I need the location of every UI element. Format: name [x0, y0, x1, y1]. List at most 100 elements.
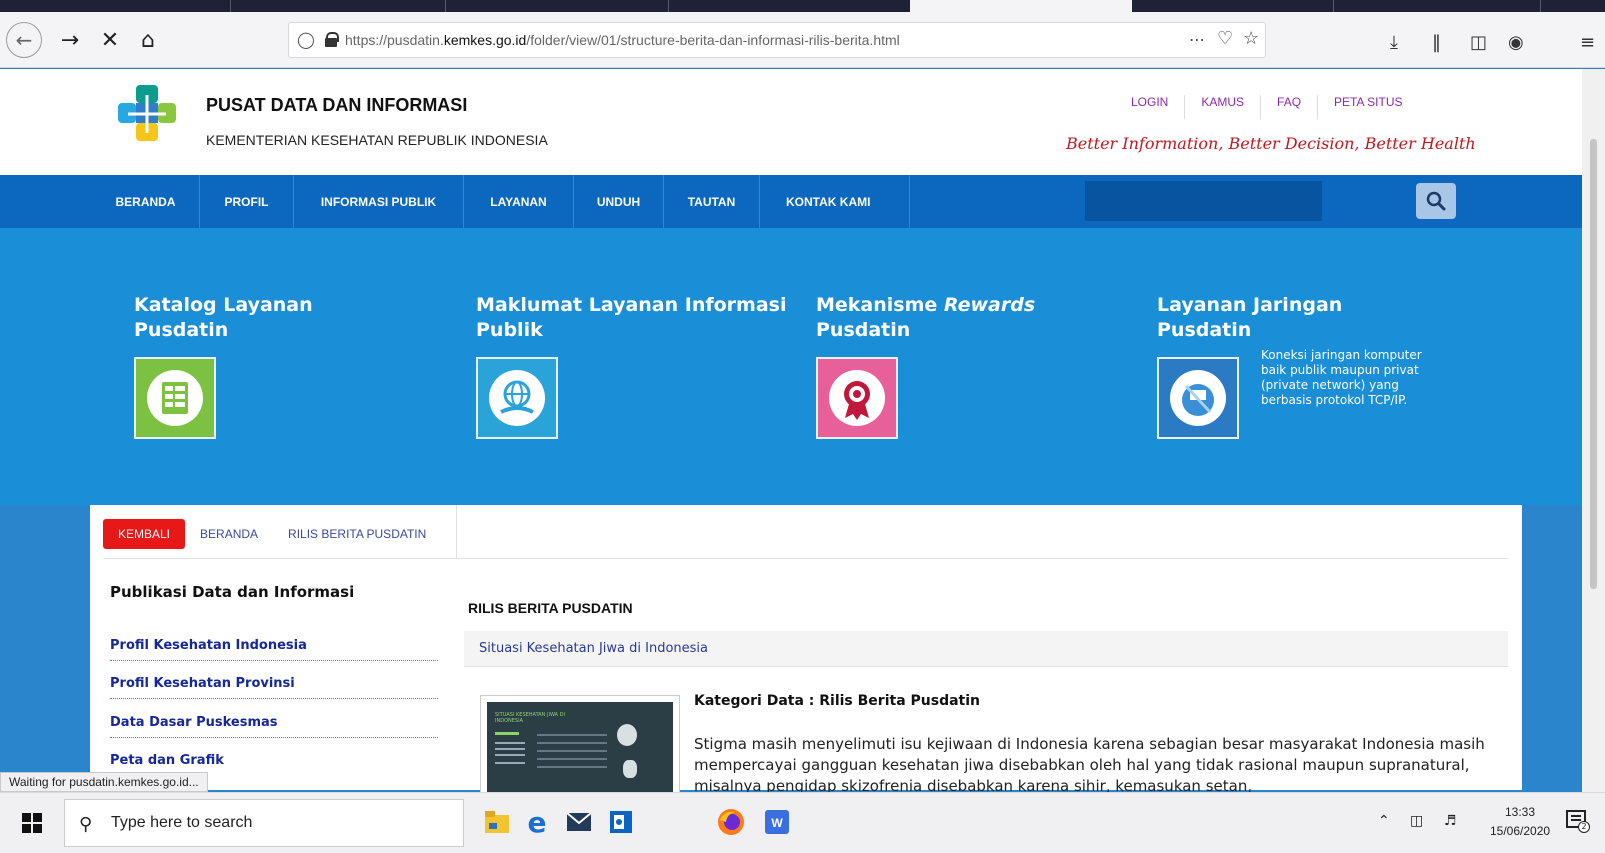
tab-beranda[interactable]: BERANDA: [185, 519, 273, 549]
home-button[interactable]: ⌂: [130, 22, 166, 58]
main-nav: BERANDA PROFIL INFORMASI PUBLIK LAYANAN …: [0, 175, 1582, 228]
article-title-bar[interactable]: Situasi Kesehatan Jiwa di Indonesia: [464, 631, 1508, 667]
article-title[interactable]: Situasi Kesehatan Jiwa di Indonesia: [479, 641, 708, 656]
stop-button[interactable]: ✕: [92, 22, 128, 58]
catalog-icon[interactable]: [134, 357, 216, 439]
tab-separator: [1333, 0, 1334, 12]
site-subtitle: KEMENTERIAN KESEHATAN REPUBLIK INDONESIA: [206, 132, 548, 148]
login-link[interactable]: LOGIN: [1115, 95, 1186, 119]
windows-start-icon[interactable]: [22, 813, 42, 833]
infographic-title: SITUASI KESEHATAN JIWA DI INDONESIA: [495, 712, 565, 724]
sidebar-title: Publikasi Data dan Informasi: [110, 583, 355, 601]
notifications-icon[interactable]: 2: [1565, 809, 1590, 833]
site-title: PUSAT DATA DAN INFORMASI: [206, 95, 468, 115]
sidebar-item-profil-indonesia[interactable]: Profil Kesehatan Indonesia: [110, 638, 307, 653]
clock-time: 13:33: [1504, 805, 1536, 819]
address-bar[interactable]: ◯ https://pusdatin.kemkes.go.id/folder/v…: [288, 22, 1266, 58]
windows-taskbar: ⚲ Type here to search e W ⌃ ◫ ♬ 13:33 15…: [0, 792, 1605, 853]
hero-services: Katalog Layanan Pusdatin Maklumat Layanan…: [0, 228, 1582, 505]
scrollbar-thumb[interactable]: [1590, 139, 1597, 589]
article-description: Stigma masih menyelimuti isu kejiwaan di…: [694, 735, 1485, 795]
forward-button[interactable]: →: [52, 22, 88, 58]
svg-text:W: W: [771, 816, 783, 830]
library-icon[interactable]: ‖: [1432, 32, 1441, 53]
browser-tab-strip: [0, 0, 1605, 12]
nav-item-beranda[interactable]: BERANDA: [92, 175, 200, 228]
url-text[interactable]: https://pusdatin.kemkes.go.id/folder/vie…: [345, 32, 900, 48]
service-card-maklumat[interactable]: Maklumat Layanan Informasi Publik: [476, 293, 787, 439]
nav-item-unduh[interactable]: UNDUH: [574, 175, 664, 228]
site-header: PUSAT DATA DAN INFORMASI KEMENTERIAN KES…: [0, 69, 1582, 175]
kemkes-logo-icon: [118, 85, 176, 141]
page-actions-icon[interactable]: ⋯: [1189, 30, 1205, 49]
bookmark-star-icon[interactable]: ☆: [1243, 28, 1259, 49]
tab-divider: [456, 505, 457, 558]
service-card-jaringan[interactable]: Layanan Jaringan Pusdatin: [1157, 293, 1343, 439]
volume-icon[interactable]: ♬: [1444, 813, 1457, 829]
back-tab[interactable]: KEMBALI: [103, 519, 186, 549]
tab-separator: [230, 0, 231, 12]
tracking-shield-icon[interactable]: ◯: [297, 30, 315, 49]
nav-item-informasi-publik[interactable]: INFORMASI PUBLIK: [294, 175, 464, 228]
card-title: Maklumat Layanan Informasi Publik: [476, 294, 787, 341]
file-explorer-icon[interactable]: [480, 805, 514, 839]
show-hidden-icons-icon[interactable]: ⌃: [1378, 813, 1390, 829]
article-category: Kategori Data : Rilis Berita Pusdatin: [694, 693, 981, 709]
browser-toolbar: ← → ✕ ⌂ ◯ https://pusdatin.kemkes.go.id/…: [0, 12, 1605, 68]
tagline: Better Information, Better Decision, Bet…: [1066, 134, 1476, 153]
tab-rilis-berita[interactable]: RILIS BERITA PUSDATIN: [273, 519, 441, 549]
wps-writer-icon[interactable]: W: [760, 805, 794, 839]
sidebar-divider: [110, 737, 438, 738]
sidebar-divider: [110, 698, 438, 699]
browser-status-bar: Waiting for pusdatin.kemkes.go.id...: [0, 772, 208, 792]
section-title: RILIS BERITA PUSDATIN: [468, 600, 633, 616]
card-title: Mekanisme Rewards Pusdatin: [816, 294, 1036, 341]
active-browser-tab[interactable]: [910, 0, 1132, 12]
search-button[interactable]: [1416, 183, 1456, 219]
sidebar-icon[interactable]: ◫: [1470, 32, 1487, 53]
back-button[interactable]: ←: [6, 22, 42, 58]
globe-hand-icon[interactable]: [476, 357, 558, 439]
card-title: Layanan Jaringan Pusdatin: [1157, 294, 1343, 341]
taskbar-search-box[interactable]: ⚲ Type here to search: [64, 799, 464, 847]
sidebar-item-profil-provinsi[interactable]: Profil Kesehatan Provinsi: [110, 676, 295, 691]
faq-link[interactable]: FAQ: [1261, 95, 1319, 119]
outlook-icon[interactable]: [604, 805, 638, 839]
kamus-link[interactable]: KAMUS: [1185, 95, 1262, 119]
download-icon[interactable]: ⤓: [1390, 32, 1398, 53]
service-card-katalog[interactable]: Katalog Layanan Pusdatin: [134, 293, 313, 439]
mail-icon[interactable]: [562, 805, 596, 839]
pocket-icon[interactable]: ♡: [1217, 28, 1233, 49]
nav-item-kontak-kami[interactable]: KONTAK KAMI: [760, 175, 910, 228]
sidebar-divider: [110, 660, 438, 661]
firefox-icon[interactable]: [714, 805, 748, 839]
peta-situs-link[interactable]: PETA SITUS: [1318, 95, 1418, 119]
content-tabs: KEMBALI BERANDA RILIS BERITA PUSDATIN: [103, 519, 441, 549]
tab-separator: [1540, 0, 1541, 12]
nav-item-profil[interactable]: PROFIL: [200, 175, 294, 228]
taskbar-clock[interactable]: 13:33 15/06/2020: [1490, 803, 1550, 841]
clock-date: 15/06/2020: [1490, 824, 1551, 838]
content-panel: KEMBALI BERANDA RILIS BERITA PUSDATIN Pu…: [90, 505, 1522, 815]
edge-browser-icon[interactable]: e: [520, 805, 554, 839]
sidebar-item-peta-grafik[interactable]: Peta dan Grafik: [110, 753, 224, 768]
service-card-rewards[interactable]: Mekanisme Rewards Pusdatin: [816, 293, 1036, 439]
nav-item-tautan[interactable]: TAUTAN: [664, 175, 760, 228]
lock-icon[interactable]: [325, 32, 339, 47]
page-scrollbar[interactable]: [1582, 69, 1605, 792]
jaringan-description: Koneksi jaringan komputer baik publik ma…: [1261, 348, 1422, 407]
network-icon[interactable]: [1157, 357, 1239, 439]
account-icon[interactable]: ◉: [1508, 32, 1524, 53]
search-icon: ⚲: [79, 814, 93, 835]
tab-separator: [668, 0, 669, 12]
notification-count-badge: 2: [1578, 821, 1590, 833]
network-tray-icon[interactable]: ◫: [1410, 813, 1423, 829]
menu-icon[interactable]: ≡: [1580, 32, 1595, 53]
tab-separator: [445, 0, 446, 12]
search-input[interactable]: [1085, 181, 1322, 221]
nav-item-layanan[interactable]: LAYANAN: [464, 175, 574, 228]
top-links: LOGIN KAMUS FAQ PETA SITUS: [1115, 95, 1419, 119]
tabs-underline: [103, 558, 1508, 559]
sidebar-item-puskesmas[interactable]: Data Dasar Puskesmas: [110, 715, 278, 730]
award-badge-icon[interactable]: [816, 357, 898, 439]
